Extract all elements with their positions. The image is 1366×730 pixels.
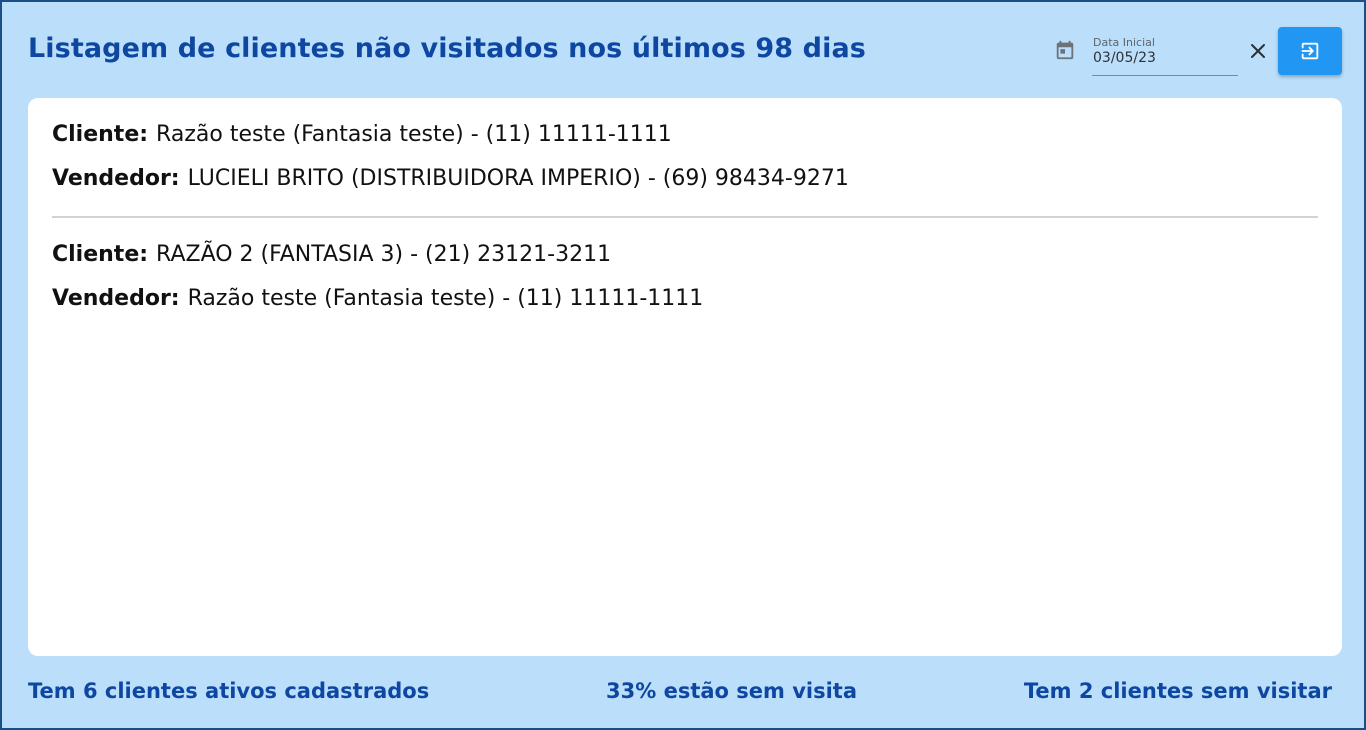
client-line: Cliente: RAZÃO 2 (FANTASIA 3) - (21) 2312… [52,242,611,267]
exit-icon [1301,42,1319,60]
list-divider [52,216,1318,218]
calendar-icon[interactable] [1054,39,1076,61]
client-label: Cliente: [52,242,149,267]
exit-button[interactable] [1278,27,1342,75]
seller-value: Razão teste (Fantasia teste) - (11) 1111… [187,286,704,311]
client-line: Cliente: Razão teste (Fantasia teste) - (… [52,122,672,147]
client-label: Cliente: [52,122,149,147]
page-title: Listagem de clientes não visitados nos ú… [28,33,866,64]
seller-line: Vendedor: Razão teste (Fantasia teste) - … [52,286,703,311]
active-clients-summary: Tem 6 clientes ativos cadastrados [28,679,430,703]
seller-label: Vendedor: [52,166,180,191]
start-date-field[interactable]: Data Inicial 03/05/23 [1092,36,1238,76]
seller-line: Vendedor: LUCIELI BRITO (DISTRIBUIDORA IM… [52,166,849,191]
start-date-label: Data Inicial [1093,36,1155,49]
seller-label: Vendedor: [52,286,180,311]
close-icon [1251,44,1265,58]
dialog-frame: Listagem de clientes não visitados nos ú… [0,0,1366,730]
client-value: Razão teste (Fantasia teste) - (11) 1111… [156,122,672,147]
unvisited-count-summary: Tem 2 clientes sem visitar [1023,679,1332,703]
start-date-value[interactable]: 03/05/23 [1093,50,1156,66]
percent-unvisited-summary: 33% estão sem visita [606,679,857,703]
seller-value: LUCIELI BRITO (DISTRIBUIDORA IMPERIO) - … [187,166,849,191]
clear-date-button[interactable] [1247,40,1269,62]
client-list-card: Cliente: Razão teste (Fantasia teste) - (… [28,98,1342,656]
client-value: RAZÃO 2 (FANTASIA 3) - (21) 23121-3211 [156,242,612,267]
